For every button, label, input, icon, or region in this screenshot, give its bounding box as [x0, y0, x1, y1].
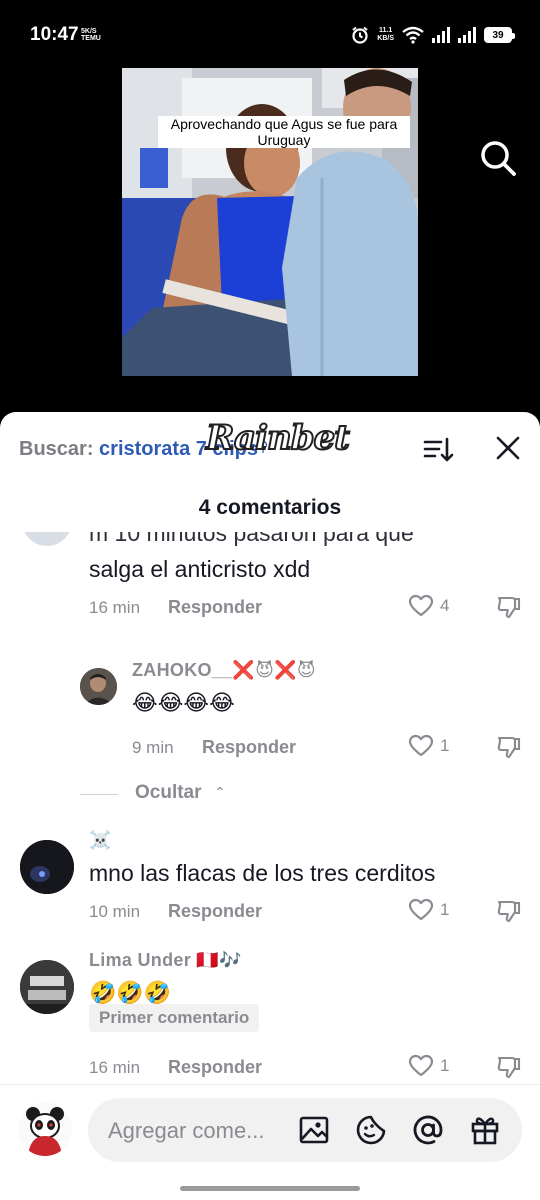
- image-icon: [299, 1116, 329, 1144]
- reply-button[interactable]: Responder: [168, 597, 262, 618]
- divider: [80, 794, 118, 795]
- alarm-icon: [352, 26, 368, 44]
- comment-time: 16 min: [89, 598, 141, 617]
- status-bar: 10:47 5K/S TEMU 11.1 KB/S 39: [0, 0, 540, 60]
- net-speed-value: 11.1: [379, 27, 393, 34]
- avatar[interactable]: [20, 840, 74, 894]
- mention-button[interactable]: [412, 1114, 444, 1146]
- net-speed: 11.1 KB/S: [377, 27, 394, 43]
- video-player[interactable]: Aprovechando que Agus se fue para Urugua…: [0, 60, 540, 459]
- heart-icon: [408, 594, 434, 617]
- status-icons: 11.1 KB/S 39: [351, 24, 515, 46]
- comment-list[interactable]: m 10 minutos pasaron para que salga el a…: [0, 532, 540, 1084]
- divider: [0, 1084, 540, 1085]
- watermark-logo: Rainbet: [205, 417, 351, 459]
- signal-icon-1: [432, 27, 450, 43]
- avatar[interactable]: [20, 960, 74, 1014]
- search-prefix: Buscar:: [19, 438, 94, 460]
- status-speed-left-top: 5K/S: [81, 28, 97, 35]
- reply-button[interactable]: Responder: [202, 737, 296, 758]
- at-sign-icon: [413, 1115, 443, 1145]
- video-frame-image: [122, 68, 418, 376]
- gift-button[interactable]: [469, 1114, 501, 1146]
- image-button[interactable]: [298, 1114, 330, 1146]
- hide-replies-button[interactable]: Ocultar ⌃: [80, 780, 380, 808]
- status-speed-left: 5K/S TEMU: [81, 28, 101, 42]
- sort-icon: [423, 437, 454, 462]
- close-icon: [496, 436, 520, 460]
- battery-icon: 39: [484, 27, 515, 43]
- comment-item: m 10 minutos pasaron para que salga el a…: [0, 532, 540, 642]
- net-speed-unit: KB/S: [377, 35, 394, 42]
- heart-icon: [408, 734, 434, 757]
- heart-icon: [408, 1054, 434, 1077]
- comment-input[interactable]: Agregar come...: [88, 1098, 522, 1162]
- like-count: 1: [440, 900, 450, 919]
- like-count: 4: [440, 596, 450, 615]
- like-button[interactable]: 1: [408, 1054, 449, 1078]
- username[interactable]: ☠️: [89, 830, 112, 851]
- comment-time: 16 min: [89, 1058, 141, 1077]
- like-button[interactable]: 1: [408, 898, 449, 922]
- gift-icon: [471, 1117, 499, 1145]
- close-button[interactable]: [494, 434, 522, 462]
- comment-input-placeholder: Agregar come...: [108, 1118, 265, 1143]
- comment-time: 10 min: [89, 902, 141, 921]
- status-time: 10:47: [30, 24, 79, 45]
- username[interactable]: ZAHOKO__❌😈❌😈: [132, 660, 316, 681]
- search-icon: [481, 141, 516, 176]
- thumbs-down-icon: [497, 736, 521, 759]
- reply-item: ZAHOKO__❌😈❌😈 😂😂😂😂 9 min Responder 1: [0, 660, 540, 770]
- reply-button[interactable]: Responder: [168, 1057, 262, 1078]
- reply-button[interactable]: Responder: [168, 901, 262, 922]
- thumbs-down-icon: [497, 1056, 521, 1079]
- comment-text-partial: m 10 minutos pasaron para que: [89, 532, 414, 546]
- dislike-button[interactable]: [496, 898, 522, 924]
- first-comment-badge: Primer comentario: [89, 1004, 260, 1032]
- like-button[interactable]: 1: [408, 734, 449, 758]
- comment-text: 😂😂😂😂: [132, 690, 235, 715]
- wifi-icon: [402, 26, 424, 44]
- like-count: 1: [440, 1056, 450, 1075]
- hide-replies-label: Ocultar: [135, 782, 202, 803]
- comment-count: 4 comentarios: [198, 496, 342, 519]
- heart-icon: [408, 898, 434, 921]
- comment-text: salga el anticristo xdd: [89, 556, 311, 582]
- dislike-button[interactable]: [496, 734, 522, 760]
- avatar[interactable]: [22, 532, 72, 546]
- chevron-up-icon: ⌃: [214, 784, 226, 800]
- status-speed-left-bottom: TEMU: [81, 35, 101, 42]
- signal-icon-2: [458, 27, 476, 43]
- comment-item: ☠️ mno las flacas de los tres cerditos 1…: [0, 828, 540, 938]
- dislike-button[interactable]: [496, 594, 522, 620]
- thumbs-down-icon: [497, 900, 521, 923]
- thumbs-down-icon: [497, 596, 521, 619]
- avatar[interactable]: [80, 668, 117, 705]
- like-button[interactable]: 4: [408, 594, 449, 618]
- sort-button[interactable]: [422, 434, 454, 466]
- search-button[interactable]: [478, 138, 518, 178]
- comment-item: Lima Under 🇵🇪🎶 🤣🤣🤣: [0, 948, 540, 1084]
- comment-time: 9 min: [132, 738, 174, 757]
- comment-text: mno las flacas de los tres cerditos: [89, 860, 436, 886]
- sticker-button[interactable]: [355, 1114, 387, 1146]
- my-avatar[interactable]: [18, 1102, 72, 1156]
- sticker-icon: [356, 1115, 386, 1145]
- username[interactable]: Lima Under 🇵🇪🎶: [89, 950, 242, 971]
- like-count: 1: [440, 736, 450, 755]
- comments-sheet: Buscar: cristorata 7 clips⚲ 4 comentario…: [0, 412, 540, 1200]
- dislike-button[interactable]: [496, 1054, 522, 1080]
- video-caption: Aprovechando que Agus se fue para Urugua…: [158, 116, 410, 148]
- home-indicator[interactable]: [180, 1186, 360, 1191]
- battery-level: 39: [492, 29, 504, 41]
